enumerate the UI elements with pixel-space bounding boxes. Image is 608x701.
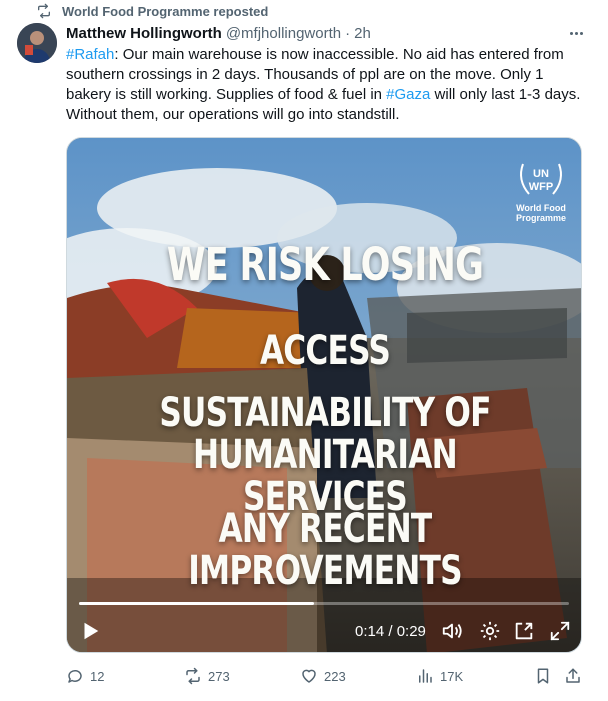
more-options-button[interactable] [566,23,586,43]
volume-icon[interactable] [441,620,463,642]
logo-line1: UN [533,168,549,180]
post-time[interactable]: 2h [354,25,371,42]
like-count: 223 [324,668,346,684]
overlay-headline: WE RISK LOSING [166,238,484,291]
avatar[interactable] [17,23,57,63]
reply-button[interactable]: 12 [66,664,104,688]
separator-dot: · [345,24,351,42]
more-icon [569,31,573,35]
overlay-line: IMPROVEMENTS [188,548,462,594]
share-icon[interactable] [564,667,582,685]
views-chart-icon [419,669,432,683]
un-wreath-icon: UN WFP [520,163,562,195]
logo-org-name: World Food Programme [515,203,567,223]
fullscreen-icon[interactable] [549,620,571,642]
repost-icon [186,667,200,685]
tweet-actions: 12 273 223 17K [66,664,586,688]
views-button[interactable]: 17K [416,664,463,688]
play-icon[interactable] [79,620,101,642]
repost-button[interactable]: 273 [184,664,230,688]
author-name[interactable]: Matthew Hollingworth [66,25,222,42]
video-controls: 0:14 / 0:29 [67,616,581,646]
video-player[interactable]: UN WFP World Food Programme WE RISK LOSI… [66,137,582,653]
reply-icon [68,669,82,683]
overlay-line: ACCESS [259,328,391,374]
view-count: 17K [440,668,464,684]
repost-indicator[interactable]: World Food Programme reposted [36,2,268,20]
like-button[interactable]: 223 [300,664,346,688]
heart-icon [302,669,316,683]
tweet-header: Matthew Hollingworth @mfjhollingworth · … [66,23,588,43]
bookmark-icon[interactable] [534,667,552,685]
reply-count: 12 [90,668,105,684]
video-time: 0:14 / 0:29 [355,623,426,640]
repost-label: World Food Programme reposted [62,3,269,19]
author-handle[interactable]: @mfjhollingworth [226,25,341,42]
tweet-text: #Rafah: Our main warehouse is now inacce… [66,45,586,125]
settings-gear-icon[interactable] [479,620,501,642]
video-progress-fill [79,602,315,605]
overlay-line: SUSTAINABILITY OF [159,390,491,436]
video-progress-bar[interactable] [79,602,569,605]
picture-in-picture-icon[interactable] [513,620,535,642]
repost-icon [38,3,50,19]
hashtag-gaza[interactable]: #Gaza [386,86,430,103]
repost-count: 273 [208,668,230,684]
overlay-line: ANY RECENT [218,506,433,552]
logo-line2: WFP [529,181,553,193]
wfp-logo: UN WFP World Food Programme [513,158,569,223]
hashtag-rafah[interactable]: #Rafah [66,46,114,63]
